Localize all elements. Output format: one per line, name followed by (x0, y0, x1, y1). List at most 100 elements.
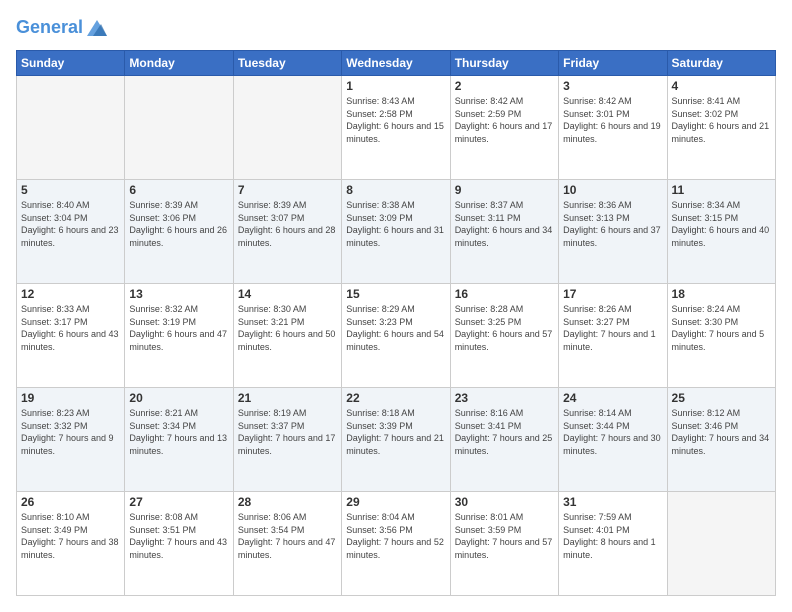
calendar-cell: 19Sunrise: 8:23 AMSunset: 3:32 PMDayligh… (17, 388, 125, 492)
week-row-3: 12Sunrise: 8:33 AMSunset: 3:17 PMDayligh… (17, 284, 776, 388)
day-info: Sunrise: 8:33 AMSunset: 3:17 PMDaylight:… (21, 303, 120, 353)
day-number: 29 (346, 495, 445, 509)
weekday-header-row: SundayMondayTuesdayWednesdayThursdayFrid… (17, 51, 776, 76)
page: General SundayMondayTuesdayWednesdayThur… (0, 0, 792, 612)
day-number: 27 (129, 495, 228, 509)
week-row-5: 26 Sunrise: 8:10 AMSunset: 3:49 PMDayligh… (17, 492, 776, 596)
day-number: 22 (346, 391, 445, 405)
day-number: 14 (238, 287, 337, 301)
day-info: Sunrise: 8:36 AMSunset: 3:13 PMDaylight:… (563, 199, 662, 249)
calendar-cell: 30 Sunrise: 8:01 AMSunset: 3:59 PMDayligh… (450, 492, 558, 596)
day-number: 2 (455, 79, 554, 93)
day-number: 17 (563, 287, 662, 301)
weekday-header-thursday: Thursday (450, 51, 558, 76)
calendar-cell: 14Sunrise: 8:30 AMSunset: 3:21 PMDayligh… (233, 284, 341, 388)
day-info: Sunrise: 8:19 AMSunset: 3:37 PMDaylight:… (238, 407, 337, 457)
day-info: Sunrise: 8:12 AMSunset: 3:46 PMDaylight:… (672, 407, 771, 457)
day-info: Sunrise: 8:24 AMSunset: 3:30 PMDaylight:… (672, 303, 771, 353)
day-info: Sunrise: 8:14 AMSunset: 3:44 PMDaylight:… (563, 407, 662, 457)
week-row-2: 5 Sunrise: 8:40 AMSunset: 3:04 PMDaylight… (17, 180, 776, 284)
logo-icon (85, 16, 109, 40)
calendar-table: SundayMondayTuesdayWednesdayThursdayFrid… (16, 50, 776, 596)
day-info: Sunrise: 8:42 AMSunset: 2:59 PMDaylight:… (455, 95, 554, 145)
day-number: 1 (346, 79, 445, 93)
day-number: 10 (563, 183, 662, 197)
calendar-cell: 20 Sunrise: 8:21 AMSunset: 3:34 PMDayligh… (125, 388, 233, 492)
day-number: 13 (129, 287, 228, 301)
calendar-cell: 24Sunrise: 8:14 AMSunset: 3:44 PMDayligh… (559, 388, 667, 492)
day-info: Sunrise: 8:39 AMSunset: 3:07 PMDaylight:… (238, 199, 337, 249)
calendar-cell: 17 Sunrise: 8:26 AMSunset: 3:27 PMDayligh… (559, 284, 667, 388)
day-number: 11 (672, 183, 771, 197)
calendar-cell: 6 Sunrise: 8:39 AMSunset: 3:06 PMDaylight… (125, 180, 233, 284)
week-row-1: 1Sunrise: 8:43 AMSunset: 2:58 PMDaylight… (17, 76, 776, 180)
week-row-4: 19Sunrise: 8:23 AMSunset: 3:32 PMDayligh… (17, 388, 776, 492)
day-number: 28 (238, 495, 337, 509)
day-info: Sunrise: 8:08 AMSunset: 3:51 PMDaylight:… (129, 511, 228, 561)
calendar-cell: 27 Sunrise: 8:08 AMSunset: 3:51 PMDayligh… (125, 492, 233, 596)
day-info: Sunrise: 8:04 AMSunset: 3:56 PMDaylight:… (346, 511, 445, 561)
weekday-header-tuesday: Tuesday (233, 51, 341, 76)
day-info: Sunrise: 8:21 AMSunset: 3:34 PMDaylight:… (129, 407, 228, 457)
day-info: Sunrise: 7:59 AMSunset: 4:01 PMDaylight:… (563, 511, 662, 561)
day-number: 18 (672, 287, 771, 301)
calendar-cell: 28 Sunrise: 8:06 AMSunset: 3:54 PMDayligh… (233, 492, 341, 596)
day-number: 23 (455, 391, 554, 405)
day-number: 26 (21, 495, 120, 509)
day-number: 6 (129, 183, 228, 197)
day-number: 30 (455, 495, 554, 509)
day-info: Sunrise: 8:28 AMSunset: 3:25 PMDaylight:… (455, 303, 554, 353)
calendar-cell: 2 Sunrise: 8:42 AMSunset: 2:59 PMDaylight… (450, 76, 558, 180)
calendar-cell: 21 Sunrise: 8:19 AMSunset: 3:37 PMDayligh… (233, 388, 341, 492)
day-info: Sunrise: 8:39 AMSunset: 3:06 PMDaylight:… (129, 199, 228, 249)
day-info: Sunrise: 8:38 AMSunset: 3:09 PMDaylight:… (346, 199, 445, 249)
calendar-cell: 25Sunrise: 8:12 AMSunset: 3:46 PMDayligh… (667, 388, 775, 492)
calendar-cell: 3 Sunrise: 8:42 AMSunset: 3:01 PMDaylight… (559, 76, 667, 180)
day-number: 8 (346, 183, 445, 197)
day-number: 4 (672, 79, 771, 93)
calendar-cell: 29 Sunrise: 8:04 AMSunset: 3:56 PMDayligh… (342, 492, 450, 596)
calendar-cell: 8 Sunrise: 8:38 AMSunset: 3:09 PMDaylight… (342, 180, 450, 284)
weekday-header-saturday: Saturday (667, 51, 775, 76)
day-info: Sunrise: 8:37 AMSunset: 3:11 PMDaylight:… (455, 199, 554, 249)
weekday-header-sunday: Sunday (17, 51, 125, 76)
calendar-cell: 26 Sunrise: 8:10 AMSunset: 3:49 PMDayligh… (17, 492, 125, 596)
logo-text: General (16, 18, 83, 38)
day-info: Sunrise: 8:06 AMSunset: 3:54 PMDaylight:… (238, 511, 337, 561)
calendar-cell: 13 Sunrise: 8:32 AMSunset: 3:19 PMDayligh… (125, 284, 233, 388)
day-number: 20 (129, 391, 228, 405)
day-number: 16 (455, 287, 554, 301)
calendar-cell: 15 Sunrise: 8:29 AMSunset: 3:23 PMDayligh… (342, 284, 450, 388)
day-number: 9 (455, 183, 554, 197)
calendar-cell: 11 Sunrise: 8:34 AMSunset: 3:15 PMDayligh… (667, 180, 775, 284)
calendar-cell (125, 76, 233, 180)
calendar-cell: 12Sunrise: 8:33 AMSunset: 3:17 PMDayligh… (17, 284, 125, 388)
day-info: Sunrise: 8:01 AMSunset: 3:59 PMDaylight:… (455, 511, 554, 561)
calendar-cell: 9 Sunrise: 8:37 AMSunset: 3:11 PMDaylight… (450, 180, 558, 284)
day-info: Sunrise: 8:26 AMSunset: 3:27 PMDaylight:… (563, 303, 662, 353)
day-number: 31 (563, 495, 662, 509)
weekday-header-friday: Friday (559, 51, 667, 76)
calendar-cell: 22 Sunrise: 8:18 AMSunset: 3:39 PMDayligh… (342, 388, 450, 492)
day-info: Sunrise: 8:34 AMSunset: 3:15 PMDaylight:… (672, 199, 771, 249)
day-number: 15 (346, 287, 445, 301)
calendar-cell: 10 Sunrise: 8:36 AMSunset: 3:13 PMDayligh… (559, 180, 667, 284)
weekday-header-monday: Monday (125, 51, 233, 76)
day-number: 3 (563, 79, 662, 93)
calendar-cell: 1Sunrise: 8:43 AMSunset: 2:58 PMDaylight… (342, 76, 450, 180)
day-info: Sunrise: 8:18 AMSunset: 3:39 PMDaylight:… (346, 407, 445, 457)
logo: General (16, 16, 109, 40)
calendar-cell (233, 76, 341, 180)
day-number: 5 (21, 183, 120, 197)
calendar-cell: 23 Sunrise: 8:16 AMSunset: 3:41 PMDayligh… (450, 388, 558, 492)
day-info: Sunrise: 8:10 AMSunset: 3:49 PMDaylight:… (21, 511, 120, 561)
day-info: Sunrise: 8:32 AMSunset: 3:19 PMDaylight:… (129, 303, 228, 353)
day-info: Sunrise: 8:40 AMSunset: 3:04 PMDaylight:… (21, 199, 120, 249)
day-info: Sunrise: 8:29 AMSunset: 3:23 PMDaylight:… (346, 303, 445, 353)
day-info: Sunrise: 8:42 AMSunset: 3:01 PMDaylight:… (563, 95, 662, 145)
day-number: 21 (238, 391, 337, 405)
calendar-cell (667, 492, 775, 596)
calendar-cell: 16 Sunrise: 8:28 AMSunset: 3:25 PMDayligh… (450, 284, 558, 388)
day-info: Sunrise: 8:16 AMSunset: 3:41 PMDaylight:… (455, 407, 554, 457)
header: General (16, 16, 776, 40)
